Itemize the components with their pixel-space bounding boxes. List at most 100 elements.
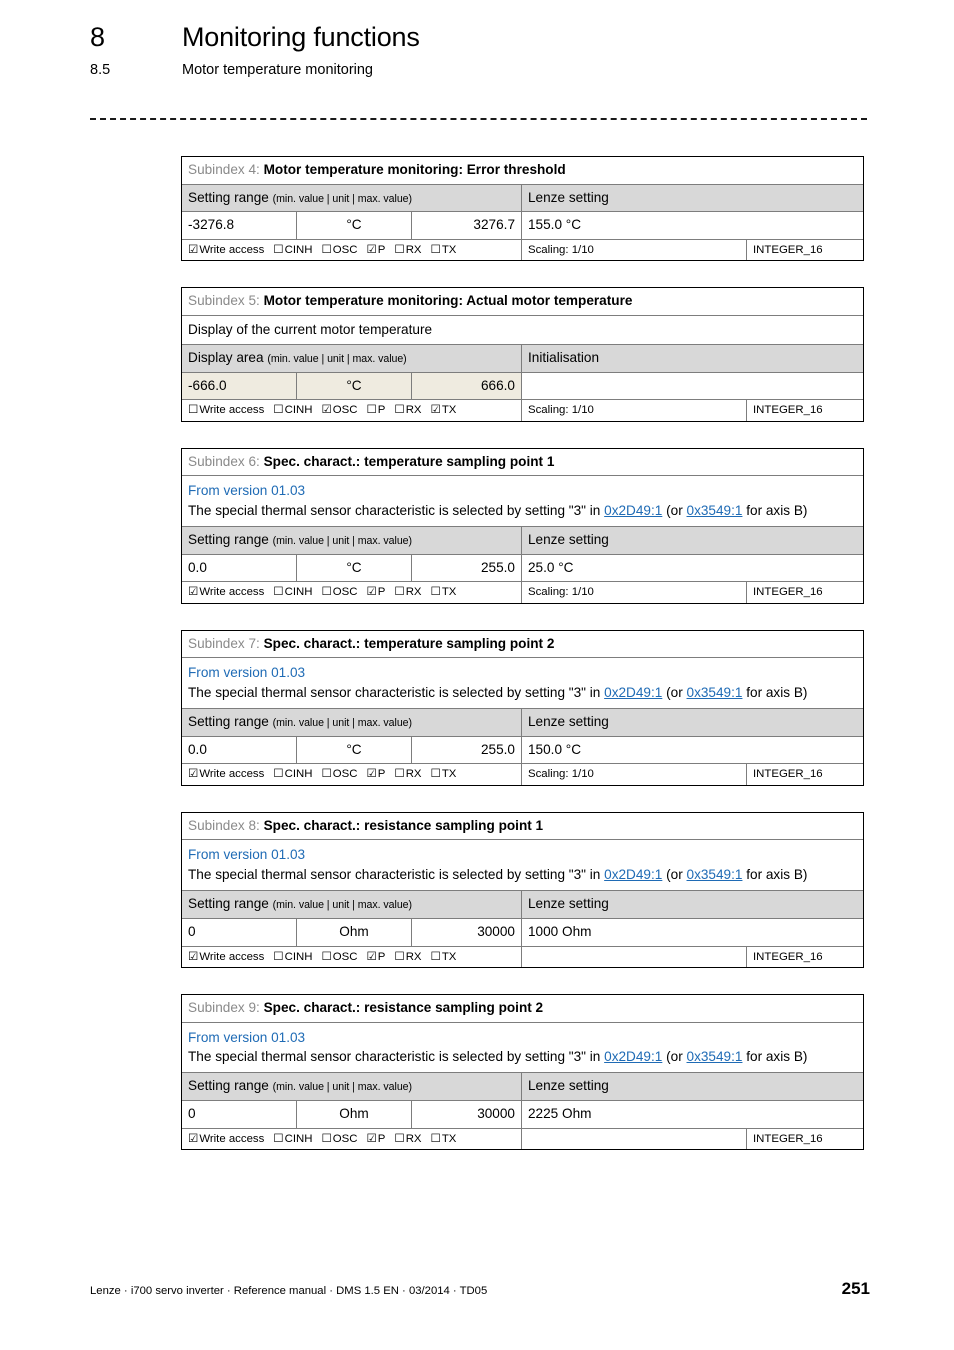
- range-header-cell: Setting range (min. value | unit | max. …: [182, 891, 521, 918]
- parameter-link-0x3549[interactable]: 0x3549:1: [687, 867, 743, 882]
- note-text-part3: for axis B): [742, 866, 808, 882]
- access-flag-label-write: Write access: [199, 1132, 265, 1145]
- min-value: 0.0: [188, 741, 207, 757]
- checkbox-write-icon: ☐: [188, 404, 199, 417]
- max-value: 3276.7: [411, 212, 521, 240]
- checkbox-cinh-icon: ☐: [273, 244, 284, 257]
- access-flag-tx: ☐TX: [431, 1132, 457, 1146]
- subindex-title: Motor temperature monitoring: Error thre…: [263, 162, 566, 177]
- checkbox-p-icon: ☑: [366, 244, 377, 257]
- block-title-row: Subindex 8: Spec. charact.: resistance s…: [182, 812, 863, 840]
- checkbox-rx-icon: ☐: [394, 950, 405, 963]
- block-note-row: From version 01.03 The special thermal se…: [182, 657, 863, 708]
- unit-value: Ohm: [296, 1100, 411, 1128]
- setting-value: 155.0 °C: [521, 212, 863, 240]
- block-title-row: Subindex 9: Spec. charact.: resistance s…: [182, 994, 863, 1022]
- access-flag-label-osc: OSC: [332, 950, 358, 963]
- access-flag-label-p: P: [377, 404, 386, 417]
- access-flag-write: ☑Write access: [188, 767, 264, 781]
- min-value: 0: [188, 923, 196, 939]
- parameter-link-0x3549[interactable]: 0x3549:1: [687, 503, 743, 518]
- block-access-row: ☑Write access ☐CINH ☐OSC ☑P ☐RX ☐TX Scaling: 1…: [182, 581, 863, 603]
- access-flag-label-cinh: CINH: [284, 1132, 313, 1145]
- block-description-row: Display of the current motor temperature: [182, 315, 863, 344]
- access-flag-p: ☑P: [366, 767, 385, 781]
- checkbox-osc-icon: ☐: [321, 768, 332, 781]
- subindex-label: Subindex 4:: [188, 162, 260, 177]
- access-flag-write: ☐Write access: [188, 403, 264, 417]
- checkbox-osc-icon: ☐: [321, 244, 332, 257]
- access-flag-label-tx: TX: [441, 768, 457, 781]
- range-header-cell: Setting range (min. value | unit | max. …: [182, 526, 521, 554]
- subindex-label: Subindex 9:: [188, 999, 260, 1015]
- min-value: 0: [188, 1105, 196, 1121]
- access-flag-label-p: P: [377, 244, 386, 257]
- block-column-header-row: Setting range (min. value | unit | max. …: [182, 707, 863, 736]
- scaling-value: Scaling: 1/10: [521, 400, 746, 421]
- checkbox-p-icon: ☐: [366, 404, 377, 417]
- block-title-row: Subindex 5: Motor temperature monitoring…: [182, 288, 863, 316]
- access-flag-p: ☐P: [366, 403, 385, 417]
- access-flag-tx: ☑TX: [431, 403, 457, 417]
- access-flag-cinh: ☐CINH: [273, 1132, 312, 1146]
- range-header-hint: (min. value | unit | max. value): [272, 192, 412, 205]
- block-title-row: Subindex 6: Spec. charact.: temperature …: [182, 448, 863, 476]
- access-flag-rx: ☐RX: [394, 950, 421, 964]
- access-flags-cell: ☑Write access ☐CINH ☐OSC ☑P ☐RX ☐TX: [182, 947, 521, 967]
- checkbox-p-icon: ☑: [366, 950, 377, 963]
- access-flag-tx: ☐TX: [431, 950, 457, 964]
- checkbox-write-icon: ☑: [188, 1132, 199, 1145]
- access-flag-cinh: ☐CINH: [273, 585, 312, 599]
- access-flags-cell: ☑Write access ☐CINH ☐OSC ☑P ☐RX ☐TX: [182, 240, 521, 260]
- note-text-part2: (or: [662, 866, 687, 882]
- block-values-row: -666.0 °C 666.0: [182, 371, 863, 400]
- block-values-row: -3276.8 °C 3276.7 155.0 °C: [182, 211, 863, 240]
- parameter-link-0x3549[interactable]: 0x3549:1: [687, 685, 743, 700]
- footer-page-number: 251: [841, 1279, 870, 1298]
- parameter-block: Subindex 6: Spec. charact.: temperature …: [181, 447, 864, 604]
- parameter-link-0x2D49[interactable]: 0x2D49:1: [604, 1049, 662, 1064]
- block-access-row: ☑Write access ☐CINH ☐OSC ☑P ☐RX ☐TX INTEGER_16: [182, 945, 863, 967]
- min-value: -3276.8: [188, 217, 235, 233]
- block-note: From version 01.03 The special thermal se…: [182, 476, 863, 526]
- block-access-row: ☐Write access ☐CINH ☑OSC ☐P ☐RX ☑TX Scaling: 1…: [182, 399, 863, 421]
- note-text-part2: (or: [662, 684, 687, 700]
- parameter-link-0x2D49[interactable]: 0x2D49:1: [604, 685, 662, 700]
- access-flag-cinh: ☐CINH: [273, 243, 312, 257]
- range-header-label: Setting range: [188, 896, 269, 912]
- range-header-label: Setting range: [188, 189, 269, 205]
- range-header-hint: (min. value | unit | max. value): [272, 899, 412, 912]
- note-text-part3: for axis B): [742, 1048, 808, 1064]
- checkbox-rx-icon: ☐: [394, 586, 405, 599]
- parameter-link-0x2D49[interactable]: 0x2D49:1: [604, 867, 662, 882]
- setting-value: 1000 Ohm: [521, 918, 863, 946]
- access-flag-tx: ☐TX: [431, 585, 457, 599]
- parameter-block: Subindex 4: Motor temperature monitoring…: [181, 156, 864, 262]
- block-note-row: From version 01.03 The special thermal se…: [182, 839, 863, 890]
- block-description: Display of the current motor temperature: [188, 322, 433, 338]
- checkbox-p-icon: ☑: [366, 586, 377, 599]
- block-title-cell: Subindex 8: Spec. charact.: resistance s…: [182, 812, 863, 840]
- footer-document-info: Lenze · i700 servo inverter · Reference …: [90, 1285, 488, 1297]
- parameter-link-0x2D49[interactable]: 0x2D49:1: [604, 503, 662, 518]
- note-text-part2: (or: [662, 1048, 687, 1064]
- checkbox-osc-icon: ☐: [321, 1132, 332, 1145]
- block-title-cell: Subindex 7: Spec. charact.: temperature …: [182, 630, 863, 658]
- access-flags-cell: ☑Write access ☐CINH ☐OSC ☑P ☐RX ☐TX: [182, 764, 521, 784]
- note-text-part1: The special thermal sensor characteristi…: [188, 684, 605, 700]
- access-flag-label-tx: TX: [441, 404, 457, 417]
- checkbox-write-icon: ☑: [188, 244, 199, 257]
- access-flag-osc: ☐OSC: [321, 243, 357, 257]
- subindex-label: Subindex 5:: [188, 293, 260, 309]
- block-title-row: Subindex 4: Motor temperature monitoring…: [182, 157, 863, 184]
- block-column-header-row: Setting range (min. value | unit | max. …: [182, 1072, 863, 1100]
- block-note: From version 01.03 The special thermal se…: [182, 658, 863, 708]
- access-flag-osc: ☑OSC: [321, 403, 357, 417]
- block-access-row: ☑Write access ☐CINH ☐OSC ☑P ☐RX ☐TX INTEGER_16: [182, 1127, 863, 1149]
- parameter-link-0x3549[interactable]: 0x3549:1: [687, 1049, 743, 1064]
- unit-value: °C: [296, 554, 411, 582]
- scaling-value: Scaling: 1/10: [521, 582, 746, 603]
- setting-header-cell: Initialisation: [521, 344, 863, 372]
- block-note-row: From version 01.03 The special thermal se…: [182, 1021, 863, 1073]
- access-flag-rx: ☐RX: [394, 585, 421, 599]
